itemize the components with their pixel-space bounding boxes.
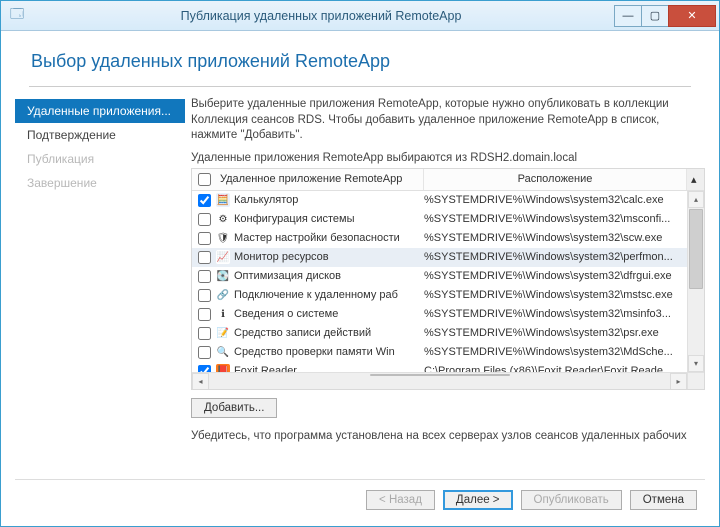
app-location: %SYSTEMDRIVE%\Windows\system32\scw.exe	[424, 232, 687, 244]
instructions-text: Выберите удаленные приложения RemoteApp,…	[191, 97, 705, 144]
app-icon: 🛡	[216, 231, 230, 245]
minimize-button[interactable]: —	[614, 5, 642, 27]
next-button[interactable]: Далее >	[443, 490, 513, 510]
app-location: %SYSTEMDRIVE%\Windows\system32\mstsc.exe	[424, 289, 687, 301]
row-checkbox[interactable]	[198, 365, 211, 372]
table-row[interactable]: 📕Foxit ReaderC:\Program Files (x86)\Foxi…	[192, 362, 687, 372]
back-button[interactable]: < Назад	[366, 490, 435, 510]
divider	[29, 86, 691, 87]
footer-note: Убедитесь, что программа установлена на …	[191, 430, 705, 442]
publish-button[interactable]: Опубликовать	[521, 490, 622, 510]
scroll-down-button[interactable]: ▾	[688, 355, 704, 372]
app-icon: 📕	[216, 364, 230, 372]
app-location: %SYSTEMDRIVE%\Windows\system32\psr.exe	[424, 327, 687, 339]
table-row[interactable]: 💽 Оптимизация дисков %SYSTEMDRIVE%\Windows…	[192, 267, 687, 286]
scroll-corner	[687, 372, 704, 389]
scroll-up-button[interactable]: ▴	[688, 191, 704, 208]
app-icon: 📈	[216, 250, 230, 264]
horizontal-scrollbar[interactable]: ◂ ▸	[192, 372, 687, 389]
app-icon: 📝	[216, 326, 230, 340]
table-header: Удаленное приложение RemoteApp Расположе…	[192, 169, 704, 191]
row-checkbox[interactable]	[198, 251, 211, 264]
table-row[interactable]: 📝 Средство записи действий %SYSTEMDRIVE%\W…	[192, 324, 687, 343]
app-name: Сведения о системе	[234, 308, 338, 320]
app-name: Калькулятор	[234, 194, 298, 206]
column-header-name[interactable]: Удаленное приложение RemoteApp	[216, 169, 424, 190]
row-checkbox[interactable]	[198, 213, 211, 226]
nav-step-3: Завершение	[15, 171, 185, 195]
app-name: Конфигурация системы	[234, 213, 355, 225]
row-checkbox[interactable]	[198, 327, 211, 340]
app-location: %SYSTEMDRIVE%\Windows\system32\msinfo3..…	[424, 308, 687, 320]
app-icon: 🧮	[216, 193, 230, 207]
titlebar: 🗔 Публикация удаленных приложений Remote…	[1, 1, 719, 31]
table-row[interactable]: 🔗 Подключение к удаленному раб %SYSTEMDRIV…	[192, 286, 687, 305]
table-row[interactable]: ℹ Сведения о системе %SYSTEMDRIVE%\Windows…	[192, 305, 687, 324]
table-row[interactable]: 🧮 Калькулятор %SYSTEMDRIVE%\Windows\system…	[192, 191, 687, 210]
close-button[interactable]: ✕	[668, 5, 716, 27]
row-checkbox[interactable]	[198, 270, 211, 283]
table-row[interactable]: 🔍 Средство проверки памяти Win %SYSTEMDRIV…	[192, 343, 687, 362]
window-title: Публикация удаленных приложений RemoteAp…	[27, 9, 615, 23]
app-name: Средство записи действий	[234, 327, 371, 339]
app-location: %SYSTEMDRIVE%\Windows\system32\perfmon..…	[424, 251, 687, 263]
scroll-right-button[interactable]: ▸	[670, 373, 687, 389]
cancel-button[interactable]: Отмена	[630, 490, 697, 510]
row-checkbox[interactable]	[198, 232, 211, 245]
app-icon: ℹ	[216, 307, 230, 321]
table-row[interactable]: 📈 Монитор ресурсов %SYSTEMDRIVE%\Windows\s…	[192, 248, 687, 267]
row-checkbox[interactable]	[198, 346, 211, 359]
h-scroll-thumb[interactable]	[370, 374, 510, 376]
app-name: Подключение к удаленному раб	[234, 289, 398, 301]
app-name: Монитор ресурсов	[234, 251, 329, 263]
app-name: Мастер настройки безопасности	[234, 232, 400, 244]
app-name: Средство проверки памяти Win	[234, 346, 395, 358]
row-checkbox[interactable]	[198, 289, 211, 302]
column-header-location[interactable]: Расположение	[424, 169, 687, 190]
wizard-nav: Удаленные приложения...ПодтверждениеПубл…	[15, 97, 185, 471]
app-location: %SYSTEMDRIVE%\Windows\system32\msconfi..…	[424, 213, 687, 225]
app-location: %SYSTEMDRIVE%\Windows\system32\calc.exe	[424, 194, 687, 206]
apps-table: Удаленное приложение RemoteApp Расположе…	[191, 168, 705, 390]
row-checkbox[interactable]	[198, 194, 211, 207]
wizard-window: 🗔 Публикация удаленных приложений Remote…	[0, 0, 720, 527]
row-checkbox[interactable]	[198, 308, 211, 321]
nav-step-0[interactable]: Удаленные приложения...	[15, 99, 185, 123]
scroll-gutter: ▴	[687, 169, 704, 190]
page-title: Выбор удаленных приложений RemoteApp	[31, 51, 705, 72]
select-all-checkbox[interactable]	[198, 173, 211, 186]
app-location: %SYSTEMDRIVE%\Windows\system32\dfrgui.ex…	[424, 270, 687, 282]
app-location: %SYSTEMDRIVE%\Windows\system32\MdSche...	[424, 346, 687, 358]
app-name: Оптимизация дисков	[234, 270, 341, 282]
v-scroll-thumb[interactable]	[689, 209, 703, 289]
nav-step-2: Публикация	[15, 147, 185, 171]
wizard-footer: < Назад Далее > Опубликовать Отмена	[15, 479, 705, 516]
nav-step-1[interactable]: Подтверждение	[15, 123, 185, 147]
maximize-button[interactable]: ▢	[641, 5, 669, 27]
vertical-scrollbar[interactable]: ▴ ▾	[687, 191, 704, 372]
scroll-left-button[interactable]: ◂	[192, 373, 209, 389]
table-row[interactable]: 🛡 Мастер настройки безопасности %SYSTEMDRI…	[192, 229, 687, 248]
add-button[interactable]: Добавить...	[191, 398, 277, 418]
window-buttons: — ▢ ✕	[615, 5, 716, 27]
source-server-text: Удаленные приложения RemoteApp выбираютс…	[191, 152, 705, 164]
app-icon: 🔍	[216, 345, 230, 359]
app-icon: 🔗	[216, 288, 230, 302]
header-checkbox-cell[interactable]	[192, 169, 216, 190]
app-icon: 💽	[216, 269, 230, 283]
app-icon: 🗔	[7, 5, 27, 27]
app-icon: ⚙	[216, 212, 230, 226]
table-row[interactable]: ⚙ Конфигурация системы %SYSTEMDRIVE%\Windo…	[192, 210, 687, 229]
